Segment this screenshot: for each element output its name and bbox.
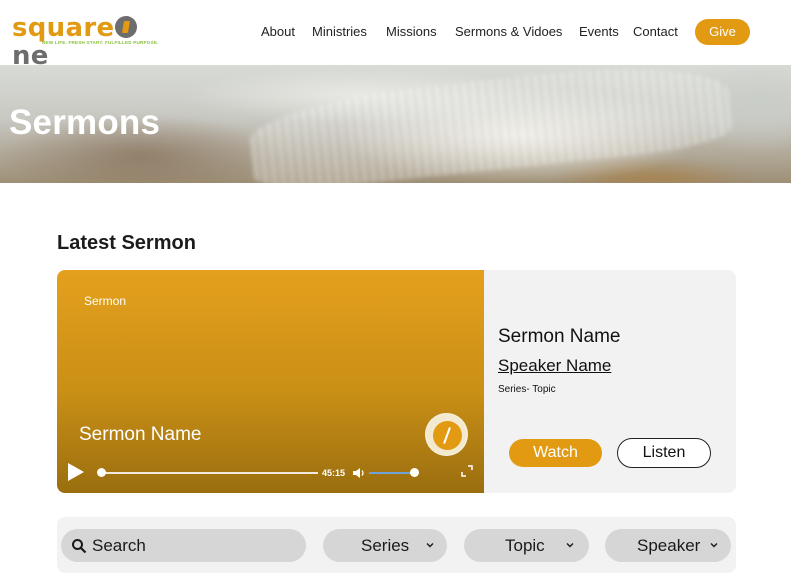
site-header: squarene NEW LIFE. FRESH START. FULFILLE… xyxy=(0,0,791,70)
sermon-filter-bar: Search Series Topic Speaker xyxy=(57,517,736,573)
chevron-down-icon xyxy=(566,543,574,548)
play-icon[interactable] xyxy=(68,463,84,481)
chevron-down-icon xyxy=(710,543,718,548)
volume-level xyxy=(369,472,410,474)
logo-tagline: NEW LIFE. FRESH START. FULFILLED PURPOSE… xyxy=(42,40,159,45)
logo-o-icon xyxy=(115,16,138,38)
sermon-name: Sermon Name xyxy=(498,326,621,347)
player-logo-icon xyxy=(425,413,468,456)
topic-label: Topic xyxy=(505,536,545,555)
series-topic: Series- Topic xyxy=(498,384,556,395)
volume-handle[interactable] xyxy=(410,468,419,477)
duration-time: 45:15 xyxy=(322,468,346,478)
nav-events[interactable]: Events xyxy=(579,22,619,42)
nav-missions[interactable]: Missions xyxy=(386,22,437,42)
nav-ministries[interactable]: Ministries xyxy=(312,22,367,42)
search-placeholder: Search xyxy=(92,536,146,555)
latest-sermon-heading: Latest Sermon xyxy=(57,232,196,254)
watch-button[interactable]: Watch xyxy=(509,439,602,467)
fullscreen-icon[interactable] xyxy=(461,465,473,477)
search-icon xyxy=(72,539,87,554)
nav-contact[interactable]: Contact xyxy=(633,22,678,42)
series-dropdown[interactable]: Series xyxy=(323,529,447,562)
give-button[interactable]: Give xyxy=(695,19,750,45)
hero-banner: Sermons xyxy=(0,65,791,183)
video-player[interactable]: Sermon Sermon Name 45:15 xyxy=(57,270,484,493)
search-input[interactable]: Search xyxy=(61,529,306,562)
speaker-link[interactable]: Speaker Name xyxy=(498,356,611,376)
squareone-logo[interactable]: squarene NEW LIFE. FRESH START. FULFILLE… xyxy=(12,13,158,70)
speaker-dropdown[interactable]: Speaker xyxy=(605,529,731,562)
volume-icon[interactable] xyxy=(353,467,367,479)
topic-dropdown[interactable]: Topic xyxy=(464,529,589,562)
speaker-label: Speaker xyxy=(637,536,701,555)
progress-handle[interactable] xyxy=(97,468,106,477)
series-label: Series xyxy=(361,536,410,555)
nav-sermons-videos[interactable]: Sermons & Vidoes xyxy=(455,22,562,42)
progress-bar[interactable] xyxy=(102,472,318,474)
listen-button[interactable]: Listen xyxy=(617,438,711,468)
latest-sermon-card: Sermon Sermon Name 45:15 Sermon Name Spe… xyxy=(57,270,736,493)
player-label: Sermon xyxy=(84,294,127,308)
nav-about[interactable]: About xyxy=(261,22,295,42)
player-sermon-title: Sermon Name xyxy=(79,424,202,445)
logo-word-square: square xyxy=(12,13,115,43)
chevron-down-icon xyxy=(426,543,434,548)
page-title: Sermons xyxy=(9,103,161,142)
